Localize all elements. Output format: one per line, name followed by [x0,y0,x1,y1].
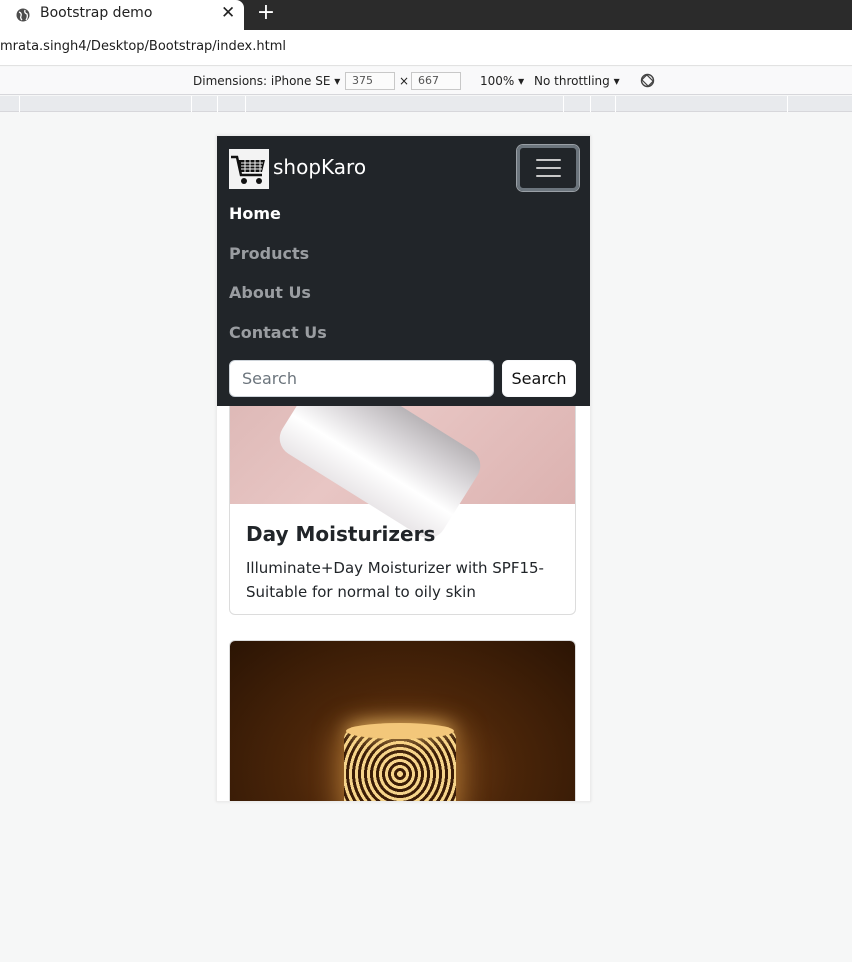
close-tab-icon[interactable]: ✕ [221,3,235,23]
globe-icon [16,8,30,22]
viewport-ruler [0,96,852,112]
shopping-cart-icon [231,155,265,184]
search-input[interactable]: Search [229,360,494,397]
ruler-segment [590,96,615,112]
new-tab-icon[interactable]: + [256,0,276,26]
candle-glow [346,723,454,739]
search-button[interactable]: Search [502,360,576,397]
browser-tab[interactable]: Bootstrap demo ✕ [0,0,244,30]
rotate-icon[interactable] [640,73,655,88]
browser-tab-bar: Bootstrap demo ✕ + [0,0,852,30]
tab-title: Bootstrap demo [40,5,153,21]
nav-link-contact-us[interactable]: Contact Us [229,323,327,342]
device-select[interactable]: Dimensions: iPhone SE ▾ [193,74,340,88]
nav-link-home[interactable]: Home [229,204,281,223]
cart-logo[interactable] [229,149,269,189]
nav-link-products[interactable]: Products [229,244,309,263]
device-viewport: shopKaro Home Products About Us Contact … [216,135,591,802]
url-text[interactable]: mrata.singh4/Desktop/Bootstrap/index.htm… [0,39,286,54]
nav-link-about-us[interactable]: About Us [229,283,311,302]
product-image [230,641,575,801]
hamburger-icon-line [536,175,561,177]
responsive-toolbar: Dimensions: iPhone SE ▾ 375 × 667 100% ▾… [0,67,852,95]
ruler-segment [563,96,590,112]
hamburger-icon-line [536,159,561,161]
throttling-select[interactable]: No throttling ▾ [534,74,620,88]
address-bar[interactable]: mrata.singh4/Desktop/Bootstrap/index.htm… [0,30,852,66]
ruler-segment [19,96,191,112]
zoom-select[interactable]: 100% ▾ [480,74,524,88]
dimension-separator: × [399,74,410,88]
product-card [229,640,576,801]
ruler-segment [245,96,563,112]
candle-holder-image [344,729,456,801]
hamburger-icon-line [536,167,561,169]
ruler-segment [615,96,787,112]
card-text: Illuminate+Day Moisturizer with SPF15-Su… [246,559,544,601]
brand-name[interactable]: shopKaro [273,155,366,179]
viewport-width-input[interactable]: 375 [345,72,395,90]
ruler-segment [217,96,245,112]
card-title: Day Moisturizers [246,522,436,546]
viewport-height-input[interactable]: 667 [411,72,461,90]
ruler-segment [787,96,852,112]
navbar: shopKaro Home Products About Us Contact … [217,136,590,406]
navbar-toggler-button[interactable] [517,145,579,191]
ruler-segment [191,96,217,112]
